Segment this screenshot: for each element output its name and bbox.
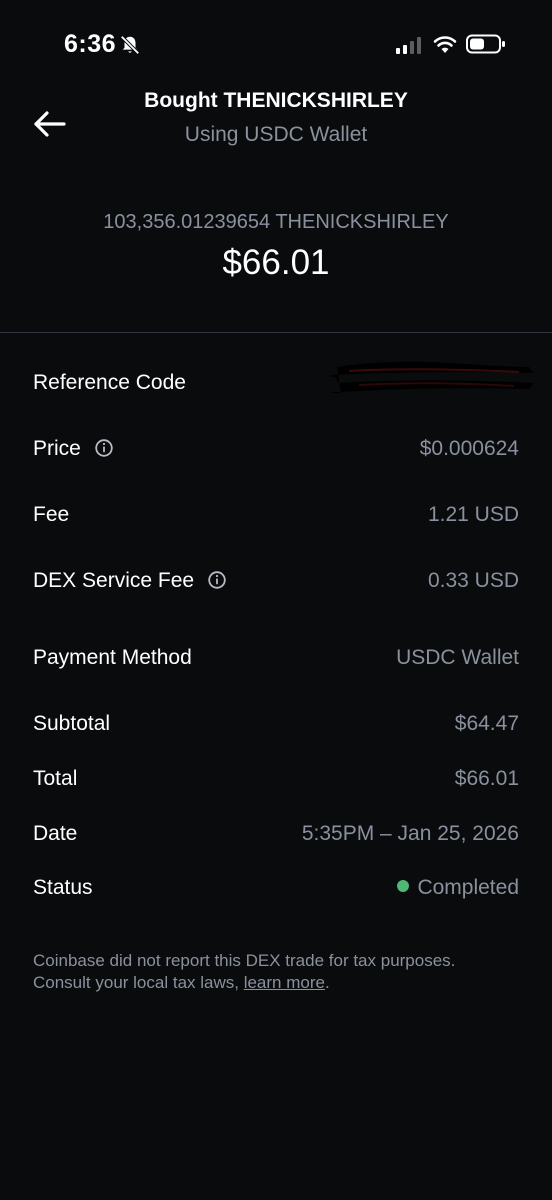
- dex-service-fee-value: 0.33 USD: [427, 569, 519, 592]
- reference-code-label: Reference Code: [33, 371, 186, 394]
- page-subtitle: Using USDC Wallet: [184, 123, 368, 146]
- signal-icon: [396, 37, 421, 54]
- status-row: Status Completed: [33, 876, 519, 906]
- price-label: Price: [33, 437, 81, 460]
- crypto-amount: 103,356.01239654 THENICKSHIRLEY: [103, 211, 449, 233]
- learn-more-link[interactable]: learn more: [244, 973, 325, 992]
- subtotal-label: Subtotal: [33, 712, 111, 735]
- status-dot: [397, 880, 410, 892]
- fee-label: Fee: [33, 503, 70, 526]
- battery-icon: [466, 34, 505, 54]
- redaction-scribble: [329, 361, 537, 393]
- subtotal-row: Subtotal $64.47: [33, 712, 519, 742]
- total-value: $66.01: [454, 767, 519, 790]
- payment-method-label: Payment Method: [33, 646, 192, 669]
- fee-value: 1.21 USD: [427, 503, 519, 526]
- reference-code-row: Reference Code: [33, 361, 537, 401]
- dex-service-fee-label: DEX Service Fee: [33, 569, 195, 592]
- date-value: 5:35PM – Jan 25, 2026: [301, 822, 519, 845]
- bell-slash-icon: [120, 35, 140, 55]
- tax-note-end: .: [324, 973, 330, 992]
- status-bar: 6:36: [0, 0, 552, 90]
- price-value: $0.000624: [419, 437, 519, 460]
- divider: [0, 332, 552, 333]
- fee-row: Fee 1.21 USD: [33, 503, 519, 533]
- wifi-icon: [433, 36, 457, 53]
- price-row: Price $0.000624: [33, 437, 519, 467]
- info-icon[interactable]: [95, 439, 113, 457]
- info-icon[interactable]: [208, 571, 226, 589]
- date-row: Date 5:35PM – Jan 25, 2026: [33, 822, 519, 852]
- page-title: Bought THENICKSHIRLEY: [144, 89, 408, 112]
- total-row: Total $66.01: [33, 767, 519, 797]
- status-label: Status: [33, 876, 93, 899]
- dex-service-fee-row: DEX Service Fee 0.33 USD: [33, 569, 519, 599]
- payment-method-value: USDC Wallet: [396, 646, 519, 669]
- payment-method-row: Payment Method USDC Wallet: [33, 646, 519, 676]
- status-time: 6:36: [64, 30, 117, 58]
- total-label: Total: [33, 767, 78, 790]
- tax-note: Coinbase did not report this DEX trade f…: [33, 950, 503, 994]
- subtotal-value: $64.47: [454, 712, 519, 735]
- fiat-amount: $66.01: [222, 243, 330, 282]
- status-value: Completed: [417, 876, 519, 899]
- date-label: Date: [33, 822, 78, 845]
